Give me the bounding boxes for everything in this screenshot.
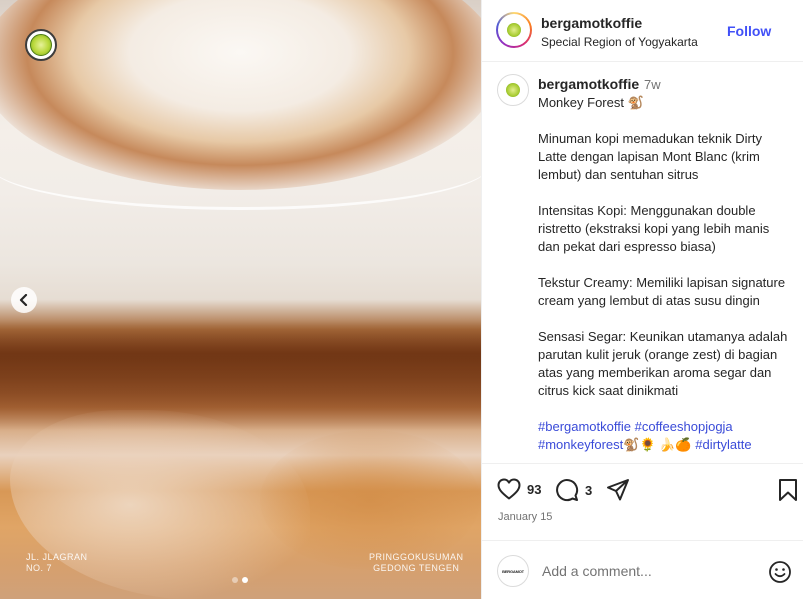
address-caption-left: JL. JLAGRAN NO. 7	[26, 552, 88, 573]
follow-button[interactable]: Follow	[727, 23, 771, 39]
caption-hashtags[interactable]: #bergamotkoffie #coffeeshopjogja #monkey…	[538, 418, 788, 454]
comment-count[interactable]: 3	[585, 483, 592, 498]
comment-button[interactable]: 3	[555, 478, 592, 502]
orange-swirl	[260, 430, 480, 570]
like-button[interactable]: 93	[497, 478, 541, 500]
caption-paragraph: Minuman kopi memadukan teknik Dirty Latt…	[538, 131, 762, 182]
comment-icon	[556, 479, 579, 502]
post-actions: 93 3 January 15 BERGAMOT	[482, 463, 803, 599]
smiley-icon	[769, 561, 791, 583]
lime-logo-icon	[25, 29, 57, 61]
share-button[interactable]	[606, 478, 630, 502]
carousel-dot	[232, 577, 238, 583]
like-count[interactable]: 93	[527, 482, 541, 497]
post-side-panel: bergamotkoffie Special Region of Yogyaka…	[481, 0, 803, 599]
caption-paragraph: Intensitas Kopi: Menggunakan double rist…	[538, 203, 770, 254]
coffee-layer	[0, 320, 481, 430]
post-caption-area: bergamotkoffie 7w Monkey Forest 🐒 Minuma…	[482, 63, 803, 463]
caption-text: Monkey Forest 🐒 Minuman kopi memadukan t…	[538, 94, 788, 463]
post-date[interactable]: January 15	[498, 511, 552, 523]
lime-avatar-icon	[506, 83, 520, 97]
heart-icon	[497, 478, 521, 500]
carousel-dot-active	[242, 577, 248, 583]
post-header: bergamotkoffie Special Region of Yogyaka…	[482, 0, 803, 62]
send-icon	[607, 479, 629, 501]
bookmark-icon	[779, 479, 797, 501]
previous-slide-button[interactable]	[11, 287, 37, 313]
carousel-dots	[232, 577, 248, 583]
save-button[interactable]	[778, 478, 798, 502]
commenter-avatar: BERGAMOT	[497, 555, 529, 587]
comment-bar: BERGAMOT	[482, 540, 803, 599]
caption-avatar[interactable]	[497, 74, 529, 106]
lime-avatar-icon	[507, 23, 521, 37]
comment-input[interactable]	[542, 559, 752, 583]
caption-paragraph: Sensasi Segar: Keunikan utamanya adalah …	[538, 329, 788, 398]
caption-title: Monkey Forest 🐒	[538, 95, 644, 110]
commenter-avatar-logo: BERGAMOT	[502, 568, 524, 574]
chevron-left-icon	[19, 294, 28, 306]
post-image[interactable]: JL. JLAGRAN NO. 7 PRINGGOKUSUMAN GEDONG …	[0, 0, 481, 599]
header-location[interactable]: Special Region of Yogyakarta	[541, 35, 698, 49]
header-avatar[interactable]	[496, 12, 532, 48]
address-caption-right: PRINGGOKUSUMAN GEDONG TENGEN	[369, 552, 464, 573]
emoji-button[interactable]	[768, 560, 792, 589]
glass-rim	[0, 120, 481, 210]
caption-username[interactable]: bergamotkoffie	[538, 76, 639, 92]
post-time[interactable]: 7w	[644, 77, 661, 92]
header-username[interactable]: bergamotkoffie	[541, 15, 642, 31]
caption-paragraph: Tekstur Creamy: Memiliki lapisan signatu…	[538, 275, 786, 308]
